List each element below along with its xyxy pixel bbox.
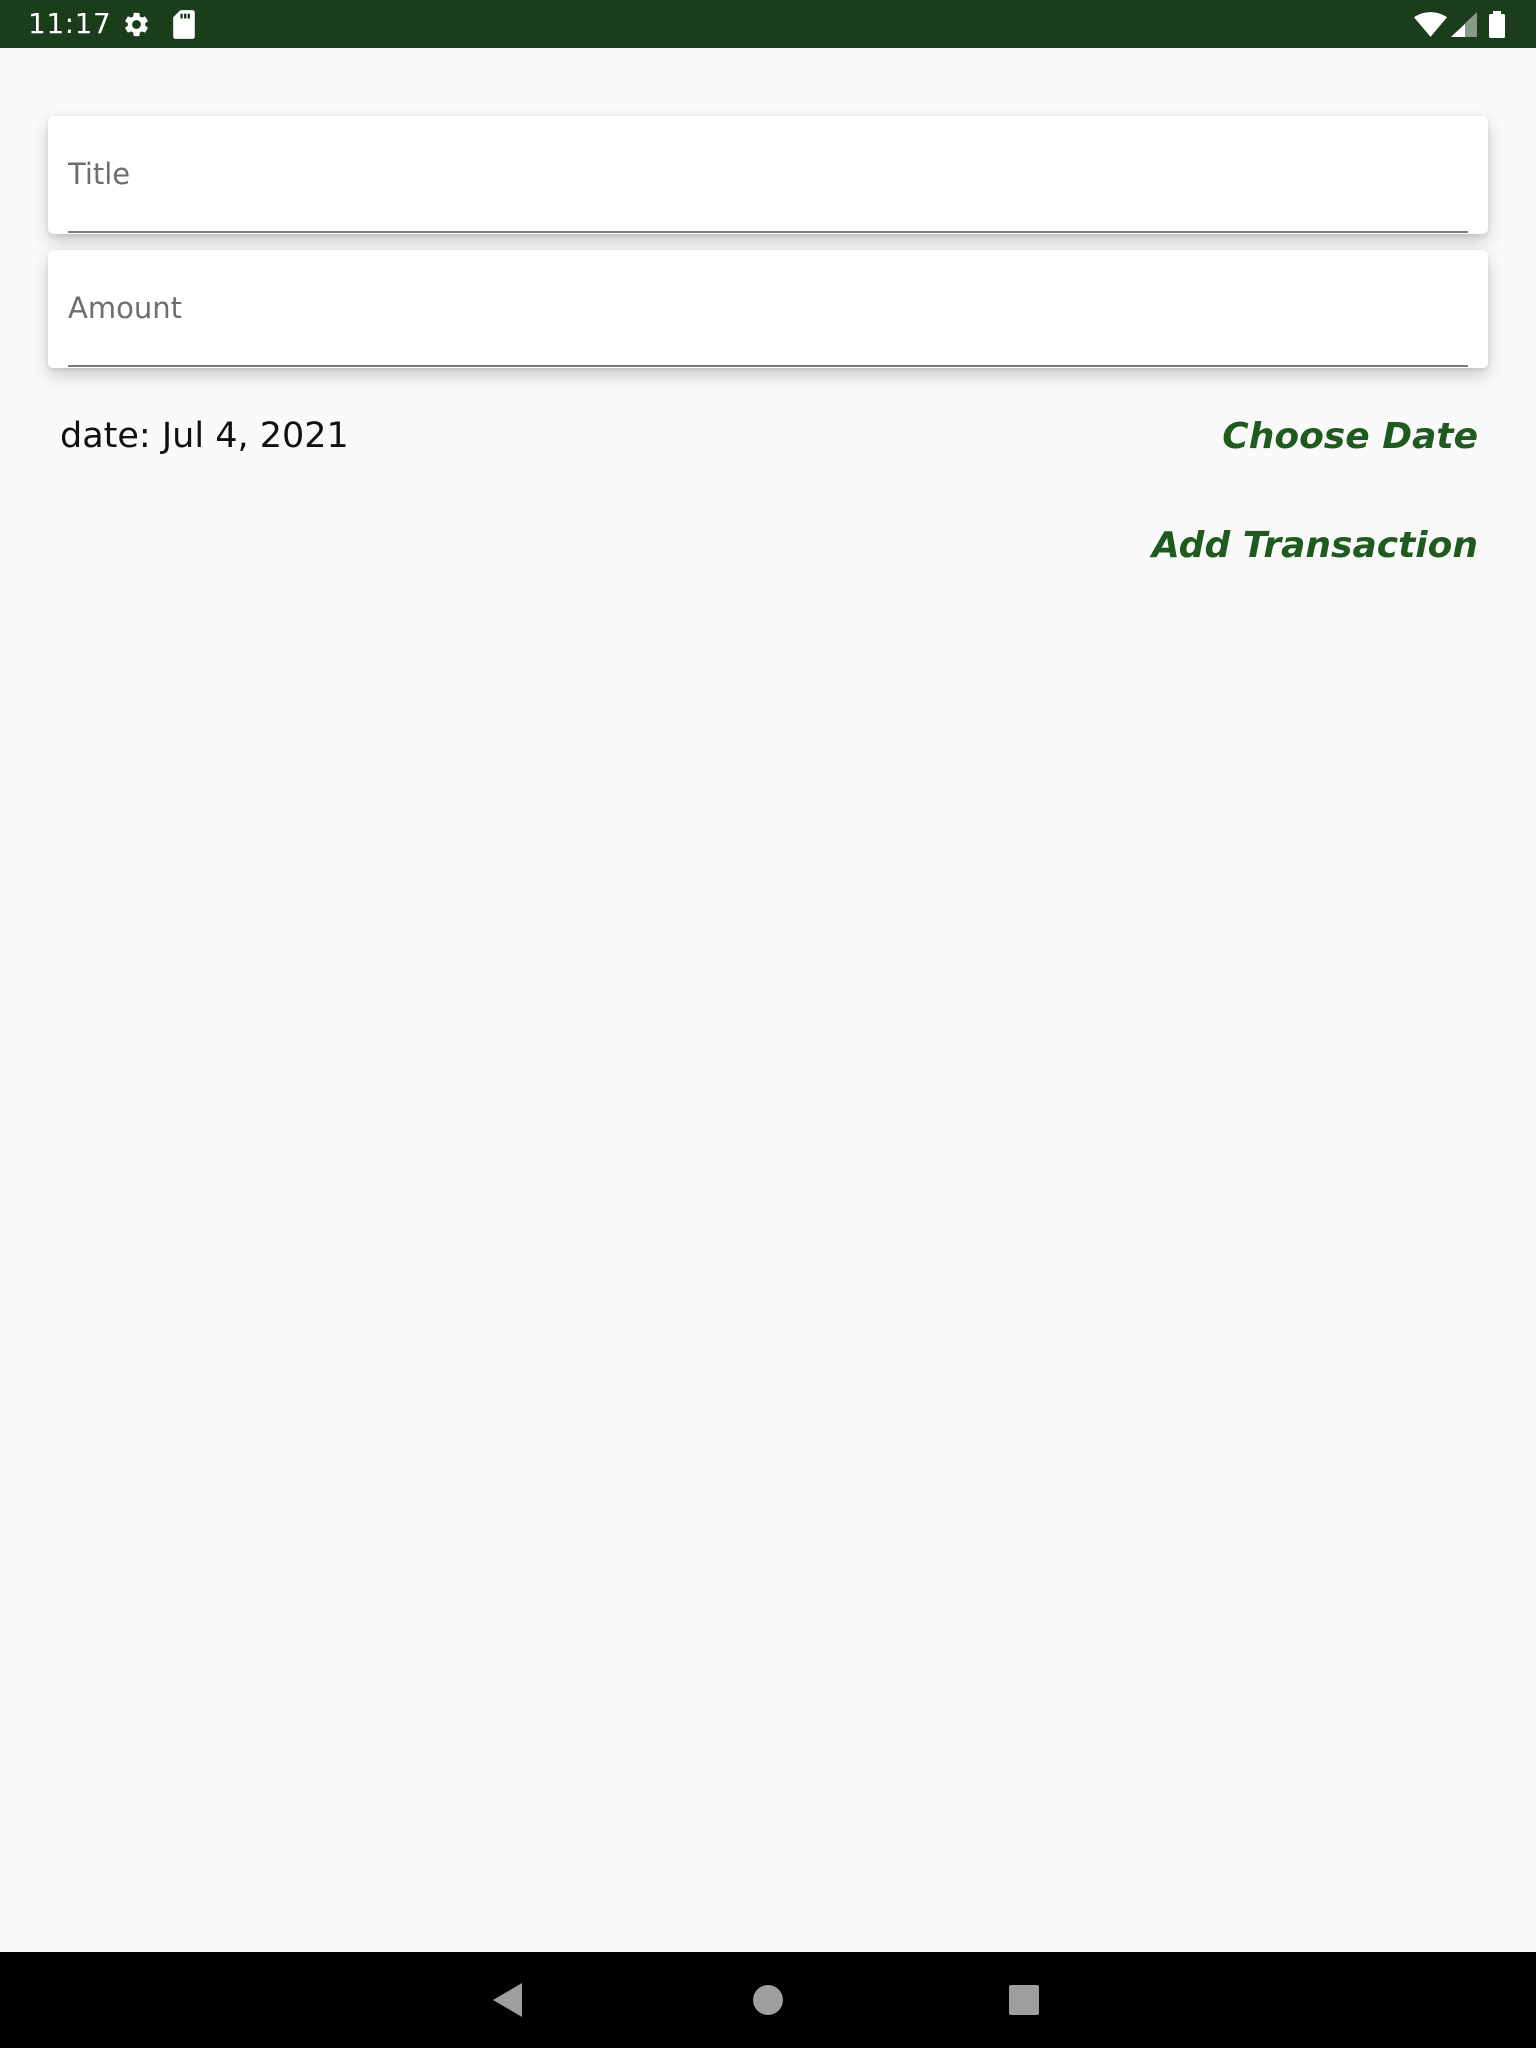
title-input[interactable] (68, 116, 1468, 233)
navigation-bar (0, 1952, 1536, 2048)
status-time: 11:17 (28, 7, 112, 40)
back-icon[interactable] (492, 1982, 524, 2018)
recents-icon[interactable] (1009, 1985, 1039, 2015)
amount-field-card (48, 250, 1488, 368)
gear-icon (125, 12, 148, 37)
amount-input[interactable] (68, 250, 1468, 367)
wifi-icon (1414, 12, 1447, 37)
choose-date-button[interactable]: Choose Date (1222, 413, 1478, 461)
home-icon[interactable] (752, 1984, 784, 2016)
selected-date-label: date: Jul 4, 2021 (60, 416, 349, 456)
add-transaction-button[interactable]: Add Transaction (1152, 522, 1478, 570)
title-field-card (48, 116, 1488, 234)
battery-icon (1489, 11, 1505, 38)
status-bar: 11:17 (0, 0, 1536, 48)
sd-card-icon (173, 10, 195, 39)
signal-icon (1451, 12, 1477, 37)
